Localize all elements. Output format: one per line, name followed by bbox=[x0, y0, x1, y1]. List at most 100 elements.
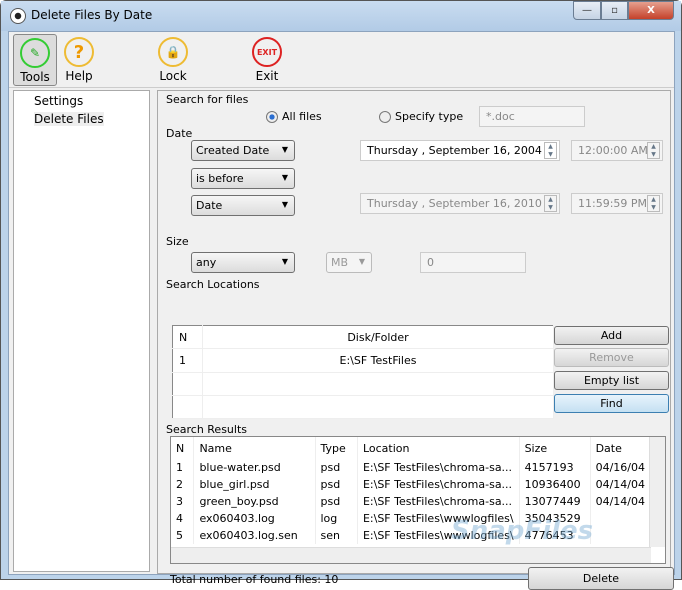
horizontal-scrollbar[interactable] bbox=[171, 547, 651, 563]
all-files-radio[interactable] bbox=[266, 111, 278, 123]
cell: 1 bbox=[171, 459, 195, 476]
cell: 4157193 bbox=[519, 459, 591, 476]
specify-type-label: Specify type bbox=[395, 110, 464, 123]
app-icon bbox=[10, 8, 26, 24]
results-col-header[interactable]: Size bbox=[519, 437, 591, 459]
app-window: Delete Files By Date — ▫ X ✎ Tools ? Hel… bbox=[0, 0, 682, 590]
window-title: Delete Files By Date bbox=[31, 8, 153, 22]
exit-button[interactable]: EXIT Exit bbox=[245, 34, 289, 86]
cell: psd bbox=[315, 459, 358, 476]
date1-spinner[interactable]: ▲ ▼ bbox=[544, 142, 557, 159]
toolbar: ✎ Tools ? Help 🔒 Lock EXIT Exit bbox=[9, 32, 674, 88]
results-col-header[interactable]: Type bbox=[315, 437, 358, 459]
client-area: ✎ Tools ? Help 🔒 Lock EXIT Exit Settings… bbox=[8, 31, 675, 590]
cell: E:\SF TestFiles\chroma-sa... bbox=[357, 493, 520, 510]
date2-picker[interactable]: Thursday , September 16, 2010 ▲ ▼ bbox=[360, 193, 560, 214]
cell: blue-water.psd bbox=[193, 459, 316, 476]
cell: E:\SF TestFiles bbox=[202, 348, 554, 373]
locations-table: N Disk/Folder 1 E:\SF TestFiles bbox=[172, 325, 554, 420]
date-section-label: Date bbox=[166, 127, 193, 140]
minimize-button[interactable]: — bbox=[573, 1, 601, 20]
find-button[interactable]: Find bbox=[554, 394, 669, 413]
time2-spinner[interactable]: ▲ ▼ bbox=[647, 195, 660, 212]
help-button[interactable]: ? Help bbox=[57, 34, 101, 86]
delete-button[interactable]: Delete bbox=[528, 567, 674, 590]
results-col-header[interactable]: Location bbox=[357, 437, 520, 459]
results-section-label: Search Results bbox=[166, 423, 248, 436]
watermark: SnapFiles bbox=[451, 516, 594, 546]
time1-picker[interactable]: 12:00:00 AM ▲ ▼ bbox=[571, 140, 663, 161]
close-button[interactable]: X bbox=[628, 1, 674, 20]
cell: green_boy.psd bbox=[193, 493, 316, 510]
help-label: Help bbox=[65, 69, 93, 83]
specify-type-radio[interactable] bbox=[379, 111, 391, 123]
exit-label: Exit bbox=[255, 69, 279, 83]
add-button[interactable]: Add bbox=[554, 326, 669, 345]
cell: 1 bbox=[172, 348, 203, 373]
time2-picker[interactable]: 11:59:59 PM ▲ ▼ bbox=[571, 193, 663, 214]
date2-value: Thursday , September 16, 2010 bbox=[367, 197, 542, 210]
help-icon: ? bbox=[64, 37, 94, 67]
lock-label: Lock bbox=[159, 69, 187, 83]
tools-label: Tools bbox=[20, 70, 50, 84]
cell: psd bbox=[315, 476, 358, 493]
time2-value: 11:59:59 PM bbox=[578, 197, 648, 210]
cell bbox=[590, 510, 652, 527]
cell: psd bbox=[315, 493, 358, 510]
main-panel: Search for files All files Specify type … bbox=[157, 90, 674, 590]
vertical-scrollbar[interactable] bbox=[649, 437, 665, 547]
date2-spinner[interactable]: ▲ ▼ bbox=[544, 195, 557, 212]
size-value-input[interactable]: 0 bbox=[420, 252, 526, 273]
time1-spinner[interactable]: ▲ ▼ bbox=[647, 142, 660, 159]
cell bbox=[590, 527, 652, 544]
date1-picker[interactable]: Thursday , September 16, 2004 ▲ ▼ bbox=[360, 140, 560, 161]
size-unit-select[interactable]: MB bbox=[326, 252, 372, 273]
table-row[interactable]: 1 E:\SF TestFiles bbox=[172, 348, 554, 373]
cell: E:\SF TestFiles\chroma-sa... bbox=[357, 476, 520, 493]
table-row[interactable]: 2 blue_girl.psd psd E:\SF TestFiles\chroma-… bbox=[171, 476, 652, 493]
nav-tree: Settings Delete Files bbox=[13, 90, 150, 572]
cell: 4 bbox=[171, 510, 195, 527]
maximize-button[interactable]: ▫ bbox=[601, 1, 628, 20]
results-col-header[interactable]: Date bbox=[590, 437, 652, 459]
cell: 2 bbox=[171, 476, 195, 493]
tools-button[interactable]: ✎ Tools bbox=[13, 34, 57, 86]
lock-button[interactable]: 🔒 Lock bbox=[151, 34, 195, 86]
lock-icon: 🔒 bbox=[158, 37, 188, 67]
remove-button[interactable]: Remove bbox=[554, 348, 669, 367]
exit-icon: EXIT bbox=[252, 37, 282, 67]
date-condition-select[interactable]: is before bbox=[191, 168, 295, 189]
cell: 04/14/04 bbox=[590, 493, 652, 510]
col-folder: Disk/Folder bbox=[202, 325, 554, 350]
cell: ex060403.log.sen bbox=[193, 527, 316, 544]
title-bar: Delete Files By Date — ▫ X bbox=[1, 1, 681, 31]
cell: 04/14/04 bbox=[590, 476, 652, 493]
cell: E:\SF TestFiles\chroma-sa... bbox=[357, 459, 520, 476]
results-col-header[interactable]: N bbox=[171, 437, 195, 459]
date-field-select[interactable]: Created Date bbox=[191, 140, 295, 161]
tree-item-delete-files[interactable]: Delete Files bbox=[34, 112, 104, 126]
cell: sen bbox=[315, 527, 358, 544]
cell: 13077449 bbox=[519, 493, 591, 510]
cell: ex060403.log bbox=[193, 510, 316, 527]
tree-item-settings[interactable]: Settings bbox=[34, 94, 83, 108]
all-files-label: All files bbox=[282, 110, 322, 123]
locations-section-label: Search Locations bbox=[166, 278, 260, 291]
size-op-select[interactable]: any bbox=[191, 252, 295, 273]
date1-value: Thursday , September 16, 2004 bbox=[367, 144, 542, 157]
cell: 5 bbox=[171, 527, 195, 544]
time1-value: 12:00:00 AM bbox=[578, 144, 648, 157]
table-row[interactable]: 3 green_boy.psd psd E:\SF TestFiles\chroma-… bbox=[171, 493, 652, 510]
cell: 10936400 bbox=[519, 476, 591, 493]
date-mode-select[interactable]: Date bbox=[191, 195, 295, 216]
results-col-header[interactable]: Name bbox=[193, 437, 316, 459]
table-row[interactable]: 1 blue-water.psd psd E:\SF TestFiles\chroma… bbox=[171, 459, 652, 476]
empty-list-button[interactable]: Empty list bbox=[554, 371, 669, 390]
cell: log bbox=[315, 510, 358, 527]
cell: 04/16/04 bbox=[590, 459, 652, 476]
file-type-input[interactable]: *.doc bbox=[479, 106, 585, 127]
cell: blue_girl.psd bbox=[193, 476, 316, 493]
cell: 3 bbox=[171, 493, 195, 510]
search-section-label: Search for files bbox=[166, 93, 249, 106]
col-n: N bbox=[172, 325, 203, 350]
